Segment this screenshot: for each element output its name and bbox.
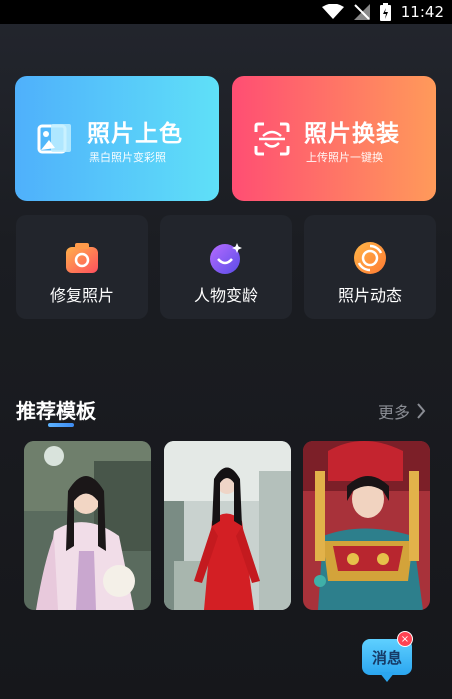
message-close-badge[interactable]: × [397, 631, 413, 647]
template-tibetan-costume [303, 441, 430, 610]
tool-label: 照片动态 [337, 286, 402, 305]
clock: 11:42 [400, 3, 444, 21]
template-card-1[interactable] [24, 441, 151, 610]
moon-face-icon [210, 243, 242, 274]
tool-label: 修复照片 [49, 286, 114, 305]
shutter-icon [354, 242, 386, 274]
camera-icon [66, 243, 98, 273]
status-icons: 11:42 [321, 0, 444, 24]
status-bar: 11:42 [0, 0, 452, 24]
card-title: 照片换装 [304, 121, 400, 147]
photo-color-icon [37, 124, 71, 154]
template-card-3[interactable] [303, 441, 430, 610]
template-hanfu-pink [24, 441, 151, 610]
message-bubble-tail [379, 672, 395, 682]
template-red-dress [164, 441, 291, 610]
tool-photo-animate[interactable]: 照片动态 [304, 215, 436, 319]
card-subtitle: 黑白照片变彩照 [89, 151, 166, 164]
tool-label: 人物变龄 [193, 286, 258, 305]
section-title-underline [48, 423, 74, 427]
no-signal-icon [353, 4, 370, 20]
face-scan-icon [254, 122, 290, 156]
template-card-2[interactable] [164, 441, 291, 610]
tool-age-change[interactable]: 人物变龄 [160, 215, 292, 319]
more-link[interactable]: 更多 [378, 399, 426, 423]
photo-colorize-card[interactable]: 照片上色 黑白照片变彩照 [15, 76, 219, 201]
chevron-right-icon [417, 403, 426, 419]
card-subtitle: 上传照片一键换 [306, 151, 383, 164]
card-title: 照片上色 [87, 121, 183, 147]
battery-charging-icon [379, 3, 391, 21]
photo-outfit-card[interactable]: 照片换装 上传照片一键换 [232, 76, 436, 201]
tool-repair-photo[interactable]: 修复照片 [16, 215, 148, 319]
wifi-icon [321, 4, 344, 19]
section-title: 推荐模板 [16, 399, 96, 423]
more-label: 更多 [378, 403, 411, 422]
message-label: 消息 [371, 648, 402, 667]
